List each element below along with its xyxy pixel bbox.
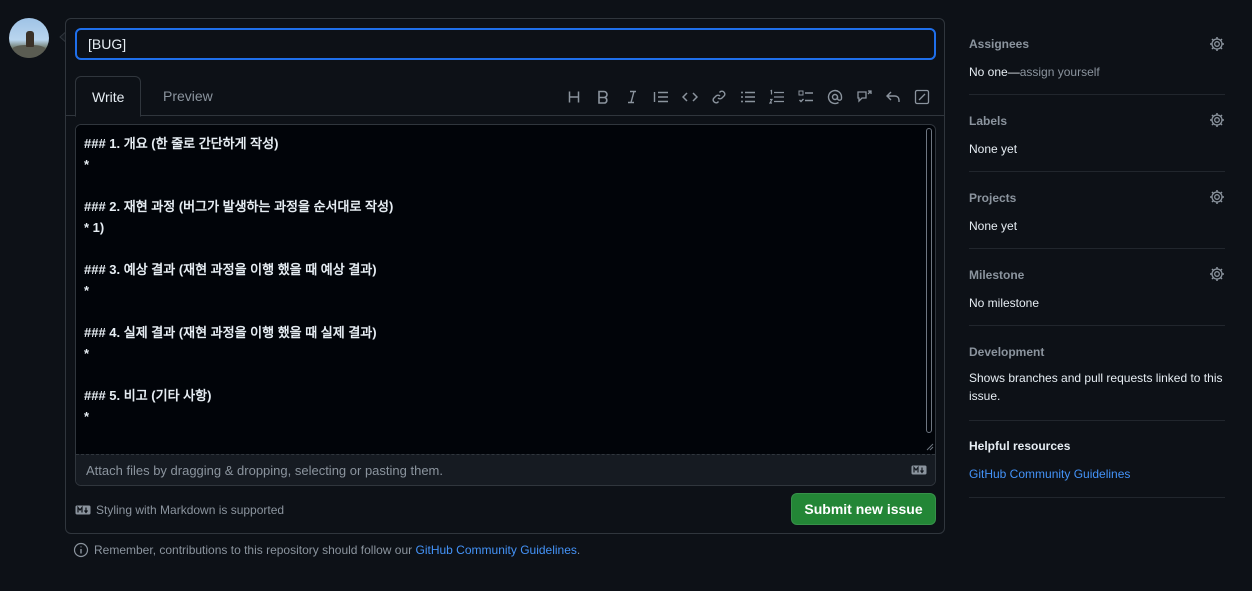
user-avatar[interactable] <box>9 18 49 58</box>
comment-editor: ### 1. 개요 (한 줄로 간단하게 작성) * ### 2. 재현 과정 … <box>75 124 936 486</box>
issue-sidebar: Assignees No one—assign yourself Labels … <box>969 18 1225 498</box>
helpful-resources-heading: Helpful resources <box>969 439 1071 453</box>
development-section: Development Shows branches and pull requ… <box>969 326 1225 421</box>
info-icon <box>73 542 89 558</box>
fullscreen-icon[interactable] <box>907 87 936 107</box>
issue-body-textarea[interactable]: ### 1. 개요 (한 줄로 간단하게 작성) * ### 2. 재현 과정 … <box>76 125 928 454</box>
markdown-icon <box>75 505 91 515</box>
italic-icon[interactable] <box>617 87 646 107</box>
projects-gear-icon[interactable] <box>1209 189 1225 205</box>
assign-yourself-link[interactable]: assign yourself <box>1020 65 1100 79</box>
assignees-none: No one— <box>969 65 1020 79</box>
markdown-icon <box>911 465 927 475</box>
new-issue-form: Write Preview ### 1. 개요 (한 줄로 간단하게 작성) *… <box>65 18 945 534</box>
milestone-value: No milestone <box>969 296 1040 310</box>
resize-handle-icon[interactable] <box>926 443 934 451</box>
quote-icon[interactable] <box>646 87 675 107</box>
development-heading: Development <box>969 345 1045 359</box>
projects-section: Projects None yet <box>969 172 1225 249</box>
remember-text: Remember, contributions to this reposito… <box>94 543 413 557</box>
attach-hint: Attach files by dragging & dropping, sel… <box>86 463 443 478</box>
development-value: Shows branches and pull requests linked … <box>969 371 1223 403</box>
tab-write[interactable]: Write <box>75 76 142 117</box>
helpful-guidelines-link[interactable]: GitHub Community Guidelines <box>969 467 1130 481</box>
unordered-list-icon[interactable] <box>733 87 762 107</box>
ordered-list-icon[interactable] <box>762 87 791 107</box>
projects-value: None yet <box>969 219 1018 233</box>
markdown-support-note: Styling with Markdown is supported <box>75 503 284 517</box>
labels-section: Labels None yet <box>969 95 1225 172</box>
assignees-heading: Assignees <box>969 37 1030 51</box>
heading-icon[interactable] <box>559 87 588 107</box>
remember-end: . <box>576 543 581 557</box>
assignees-gear-icon[interactable] <box>1209 36 1225 52</box>
helpful-resources-list: GitHub Community Guidelines <box>969 465 1225 483</box>
issue-title-input[interactable] <box>75 28 936 60</box>
submit-new-issue-button[interactable]: Submit new issue <box>791 493 936 525</box>
mention-icon[interactable] <box>820 87 849 107</box>
milestone-heading: Milestone <box>969 268 1025 282</box>
task-list-icon[interactable] <box>791 87 820 107</box>
labels-heading: Labels <box>969 114 1008 128</box>
markdown-toolbar <box>559 87 936 107</box>
milestone-section: Milestone No milestone <box>969 249 1225 326</box>
assignees-value: No one—assign yourself <box>969 63 1225 81</box>
tab-preview[interactable]: Preview <box>147 76 229 117</box>
community-guidelines-link[interactable]: GitHub Community Guidelines <box>416 543 577 557</box>
milestone-gear-icon[interactable] <box>1209 266 1225 282</box>
editor-scrollbar[interactable] <box>926 128 932 433</box>
labels-value: None yet <box>969 142 1018 156</box>
code-icon[interactable] <box>675 87 704 107</box>
attach-files-bar[interactable]: Attach files by dragging & dropping, sel… <box>76 454 935 485</box>
reply-icon[interactable] <box>878 87 907 107</box>
helpful-resources-section: Helpful resources GitHub Community Guide… <box>969 421 1225 498</box>
contribution-reminder: Remember, contributions to this reposito… <box>73 542 580 558</box>
markdown-note-text: Styling with Markdown is supported <box>96 503 285 517</box>
bold-icon[interactable] <box>588 87 617 107</box>
link-icon[interactable] <box>704 87 733 107</box>
assignees-section: Assignees No one—assign yourself <box>969 18 1225 95</box>
projects-heading: Projects <box>969 191 1017 205</box>
labels-gear-icon[interactable] <box>1209 112 1225 128</box>
cross-reference-icon[interactable] <box>849 87 878 107</box>
avatar-figure <box>26 31 34 47</box>
